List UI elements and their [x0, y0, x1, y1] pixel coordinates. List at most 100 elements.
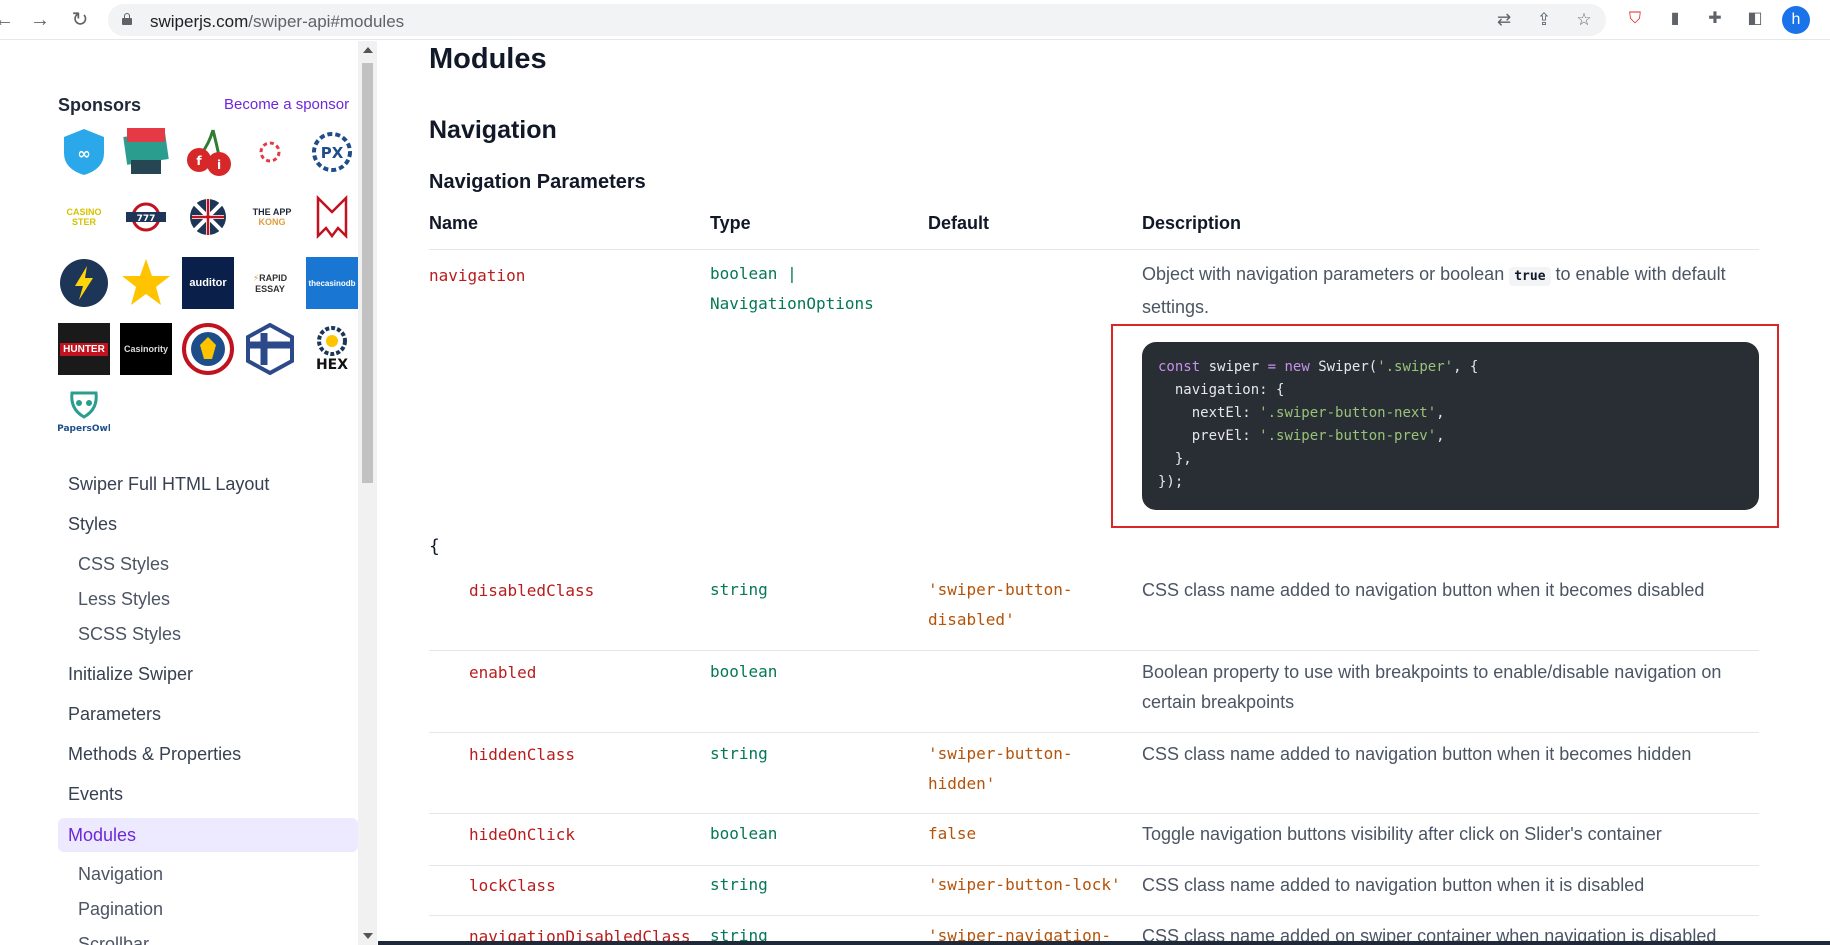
row-divider — [429, 915, 1759, 916]
forward-arrow-icon[interactable]: → — [28, 8, 52, 32]
menu-parameters[interactable]: Parameters — [68, 704, 161, 725]
sponsor-logo-p[interactable] — [244, 126, 296, 178]
sponsor-logo-px[interactable]: PX — [306, 126, 358, 178]
sponsor-logo-shield[interactable] — [182, 323, 234, 375]
menu-initialize-swiper[interactable]: Initialize Swiper — [68, 664, 193, 685]
scroll-down-arrow-icon[interactable] — [363, 933, 373, 939]
sponsor-logo-app-kong[interactable]: THE APP KONG — [244, 191, 300, 243]
column-header-description: Description — [1142, 213, 1242, 233]
param-description: CSS class name added to navigation butto… — [1142, 875, 1645, 895]
code-line: navigation: { — [1158, 382, 1285, 398]
code-line: }, — [1158, 451, 1192, 467]
share-icon[interactable]: ⇪ — [1534, 10, 1554, 30]
code-example: const swiper = new Swiper('.swiper', { n… — [1142, 342, 1759, 510]
param-name: enabled — [469, 663, 537, 682]
subsection-title: Navigation Parameters — [429, 171, 646, 193]
param-name: lockClass — [469, 876, 556, 895]
sponsor-logo-cherry[interactable]: fi — [182, 126, 234, 178]
param-name: disabledClass — [469, 581, 595, 600]
menu-events[interactable]: Events — [68, 784, 123, 805]
param-description-navigation: Object with navigation parameters or boo… — [1142, 264, 1726, 317]
sponsor-logo-auditor[interactable]: auditor — [182, 257, 234, 309]
sponsor-logo-casinotest[interactable] — [120, 126, 172, 178]
row-divider — [429, 813, 1759, 814]
url-text[interactable]: swiperjs.com/swiper-api#modules — [150, 12, 404, 32]
param-type: string — [710, 875, 768, 894]
column-header-default: Default — [928, 213, 990, 233]
menu-css-styles[interactable]: CSS Styles — [78, 554, 169, 575]
sponsor-logo-hunter[interactable]: HUNTER — [58, 323, 110, 375]
param-description: Boolean property to use with breakpoints… — [1142, 662, 1722, 712]
menu-modules-active[interactable]: Modules — [58, 818, 358, 852]
column-header-type: Type — [710, 213, 751, 233]
sponsor-logo-bolt[interactable] — [58, 257, 110, 309]
browser-toolbar: ← → ↻ swiperjs.com/swiper-api#modules ⇄ … — [0, 0, 1830, 40]
param-default: false — [928, 824, 977, 843]
param-type: boolean — [710, 824, 778, 843]
bookmark-star-icon[interactable]: ☆ — [1574, 10, 1594, 30]
svg-text:PapersOwl: PapersOwl — [58, 424, 110, 434]
sponsor-logo-vpn[interactable]: ∞ — [58, 126, 110, 178]
extension-reader-icon[interactable]: ▮ — [1664, 8, 1686, 30]
param-name: hideOnClick — [469, 825, 575, 844]
section-title: Navigation — [429, 116, 557, 144]
sponsor-logo-777[interactable]: 777 — [120, 191, 172, 243]
page-title: Modules — [429, 43, 547, 75]
inline-code-true: true — [1509, 267, 1551, 286]
param-type: string — [710, 744, 768, 763]
row-divider — [429, 865, 1759, 866]
sponsor-logo-casinority[interactable]: Casinority — [120, 323, 172, 375]
svg-text:i: i — [217, 158, 221, 172]
svg-text:∞: ∞ — [77, 144, 90, 163]
sponsor-logo-papersowl[interactable]: PapersOwl — [58, 387, 110, 439]
menu-methods-properties[interactable]: Methods & Properties — [68, 744, 241, 765]
lock-icon — [122, 13, 132, 25]
sponsors-title: Sponsors — [58, 95, 142, 115]
menu-navigation[interactable]: Navigation — [78, 864, 163, 885]
reload-icon[interactable]: ↻ — [68, 8, 92, 32]
menu-scrollbar[interactable]: Scrollbar — [78, 934, 149, 945]
code-line: const swiper = new Swiper('.swiper', { — [1158, 359, 1479, 375]
side-panel-icon[interactable]: ◧ — [1744, 8, 1766, 30]
param-default: 'swiper-button-disabled' — [928, 580, 1073, 629]
sponsor-logo-hex[interactable]: HEX — [306, 323, 358, 375]
sponsor-logo-m[interactable] — [306, 191, 358, 243]
menu-swiper-full-html-layout[interactable]: Swiper Full HTML Layout — [68, 474, 269, 495]
row-divider — [429, 732, 1759, 733]
param-type: boolean — [710, 662, 778, 681]
sponsor-logo-casinoster[interactable]: CASINO STER — [58, 191, 110, 243]
sponsor-logo-rapid-essay[interactable]: ⚡RAPID ESSAY — [244, 257, 296, 309]
menu-styles[interactable]: Styles — [68, 514, 117, 535]
back-arrow-icon[interactable]: ← — [0, 8, 16, 32]
menu-less-styles[interactable]: Less Styles — [78, 589, 170, 610]
code-line: }); — [1158, 474, 1184, 490]
svg-text:PX: PX — [321, 144, 344, 162]
param-default: 'swiper-button-lock' — [928, 875, 1121, 894]
param-description: CSS class name added to navigation butto… — [1142, 744, 1692, 764]
column-header-name: Name — [429, 213, 479, 233]
extension-shield-icon[interactable]: ⛉ — [1624, 8, 1646, 30]
row-divider — [429, 650, 1759, 651]
open-brace: { — [429, 536, 440, 557]
sponsor-logo-cross[interactable] — [244, 323, 296, 375]
scroll-up-arrow-icon[interactable] — [363, 47, 373, 53]
address-bar[interactable]: swiperjs.com/swiper-api#modules ⇄ ⇪ ☆ — [108, 4, 1606, 36]
menu-pagination[interactable]: Pagination — [78, 899, 163, 920]
sponsor-logo-thecasinodb[interactable]: thecasinodb — [306, 257, 358, 309]
menu-modules-label: Modules — [68, 825, 137, 845]
menu-scss-styles[interactable]: SCSS Styles — [78, 624, 181, 645]
extensions-puzzle-icon[interactable]: ✚ — [1704, 8, 1726, 30]
bottom-edge-bar — [378, 941, 1830, 945]
sponsor-logo-uk[interactable] — [182, 191, 234, 243]
sidebar: Sponsors Become a sponsor ∞ fi PX CASINO… — [0, 41, 358, 945]
sponsor-logo-star[interactable] — [120, 257, 172, 309]
become-sponsor-link[interactable]: Become a sponsor — [224, 96, 349, 113]
sidebar-scrollbar[interactable] — [358, 41, 377, 945]
param-type: string — [710, 580, 768, 599]
param-name: hiddenClass — [469, 745, 575, 764]
param-default: 'swiper-button-hidden' — [928, 744, 1073, 793]
translate-icon[interactable]: ⇄ — [1494, 10, 1514, 30]
profile-avatar[interactable]: h — [1782, 6, 1810, 34]
param-type-navigation: boolean | NavigationOptions — [710, 264, 874, 313]
scroll-thumb[interactable] — [362, 63, 373, 483]
